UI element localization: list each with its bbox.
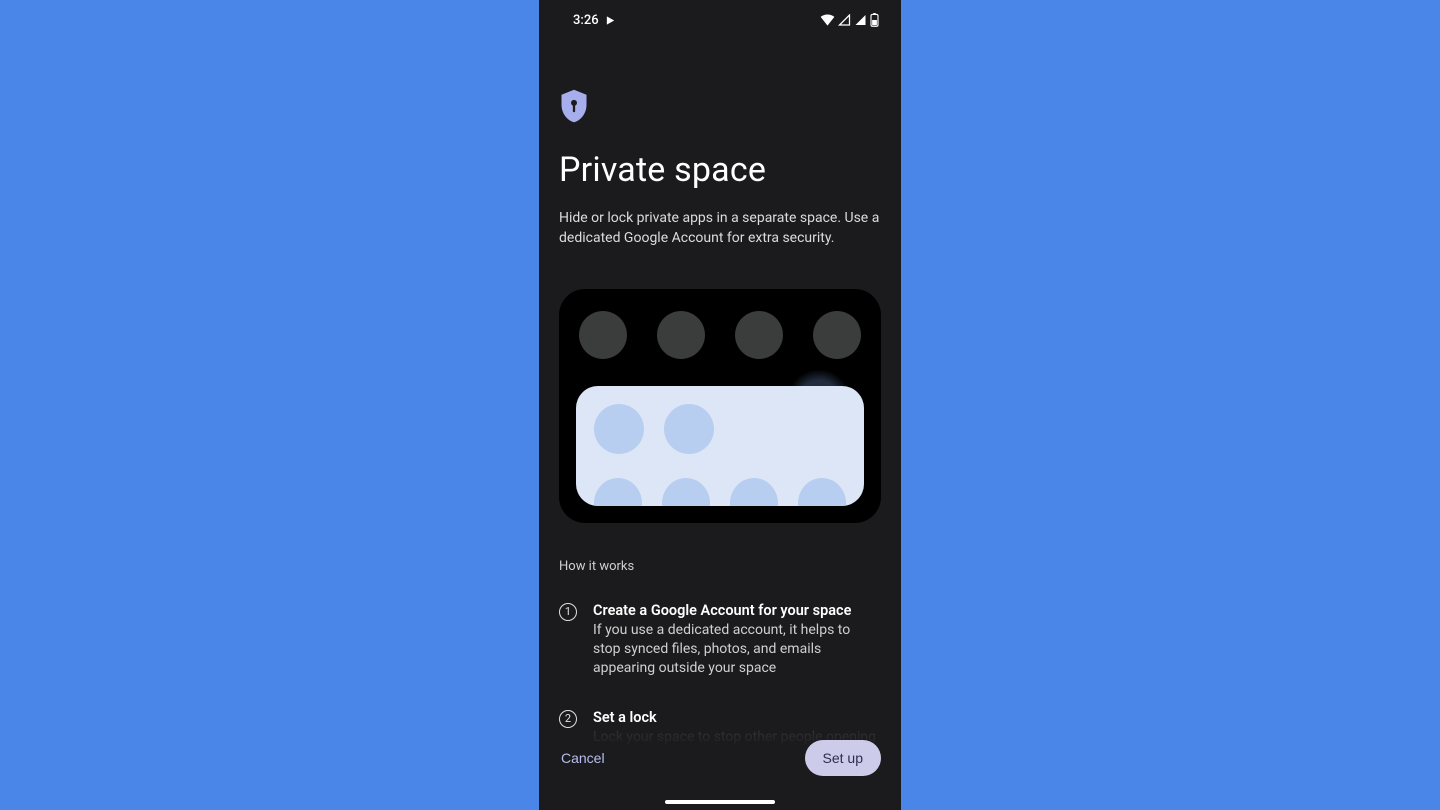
how-it-works-label: How it works [559, 559, 881, 574]
status-time: 3:26 [573, 13, 599, 28]
step-number-icon: 2 [559, 710, 577, 728]
illustration-card [559, 289, 881, 523]
page-title: Private space [559, 150, 881, 190]
illus-dark-appdot [579, 311, 627, 359]
illus-light-appdot [594, 478, 642, 506]
step-title: Create a Google Account for your space [593, 602, 881, 619]
status-bar: 3:26 [539, 0, 901, 40]
play-indicator-icon [605, 15, 616, 26]
phone-frame: 3:26 [539, 0, 901, 810]
step-number-icon: 1 [559, 603, 577, 621]
step-title: Set a lock [593, 709, 881, 726]
illus-private-panel [576, 386, 864, 506]
illus-dark-appdot [813, 311, 861, 359]
footer-bar: Cancel Set up [539, 728, 901, 788]
step-desc: If you use a dedicated account, it helps… [593, 621, 881, 679]
signal-full-icon [854, 14, 867, 26]
battery-icon [870, 13, 879, 27]
illus-light-appdot [798, 478, 846, 506]
main-content: Private space Hide or lock private apps … [539, 40, 901, 766]
illus-dark-appdot [735, 311, 783, 359]
private-space-shield-icon [559, 88, 881, 128]
illus-light-appdot [594, 404, 644, 454]
page-subtitle: Hide or lock private apps in a separate … [559, 208, 881, 249]
step-1: 1 Create a Google Account for your space… [559, 602, 881, 679]
cancel-button[interactable]: Cancel [559, 740, 607, 776]
setup-button[interactable]: Set up [805, 740, 881, 776]
wifi-icon [820, 14, 835, 26]
nav-handle[interactable] [665, 800, 775, 804]
illus-light-appdot [662, 478, 710, 506]
illus-light-appdot [730, 478, 778, 506]
illus-dark-appdot [657, 311, 705, 359]
illus-light-appdot [664, 404, 714, 454]
signal-empty-icon [838, 14, 851, 26]
